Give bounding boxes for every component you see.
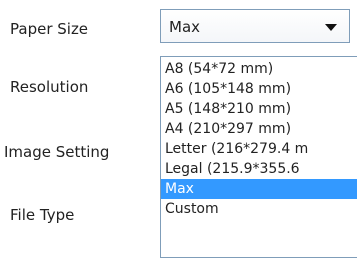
paper-size-label: Paper Size bbox=[10, 20, 89, 38]
paper-size-option-a8[interactable]: A8 (54*72 mm) bbox=[161, 59, 357, 79]
paper-size-option-a4[interactable]: A4 (210*297 mm) bbox=[161, 119, 357, 139]
paper-size-option-a6[interactable]: A6 (105*148 mm) bbox=[161, 79, 357, 99]
chevron-down-icon[interactable] bbox=[325, 24, 337, 31]
paper-size-option-custom[interactable]: Custom bbox=[161, 199, 357, 219]
resolution-label: Resolution bbox=[10, 78, 89, 96]
file-type-label: File Type bbox=[10, 206, 75, 224]
paper-size-option-max[interactable]: Max bbox=[161, 179, 357, 199]
paper-size-option-letter[interactable]: Letter (216*279.4 m bbox=[161, 139, 357, 159]
paper-size-select[interactable]: Max bbox=[160, 9, 350, 43]
image-setting-label: Image Setting bbox=[4, 143, 110, 161]
paper-size-option-legal[interactable]: Legal (215.9*355.6 bbox=[161, 159, 357, 179]
paper-size-selected-value: Max bbox=[169, 18, 201, 36]
paper-size-option-a5[interactable]: A5 (148*210 mm) bbox=[161, 99, 357, 119]
paper-size-dropdown-list: A8 (54*72 mm) A6 (105*148 mm) A5 (148*21… bbox=[160, 56, 357, 258]
